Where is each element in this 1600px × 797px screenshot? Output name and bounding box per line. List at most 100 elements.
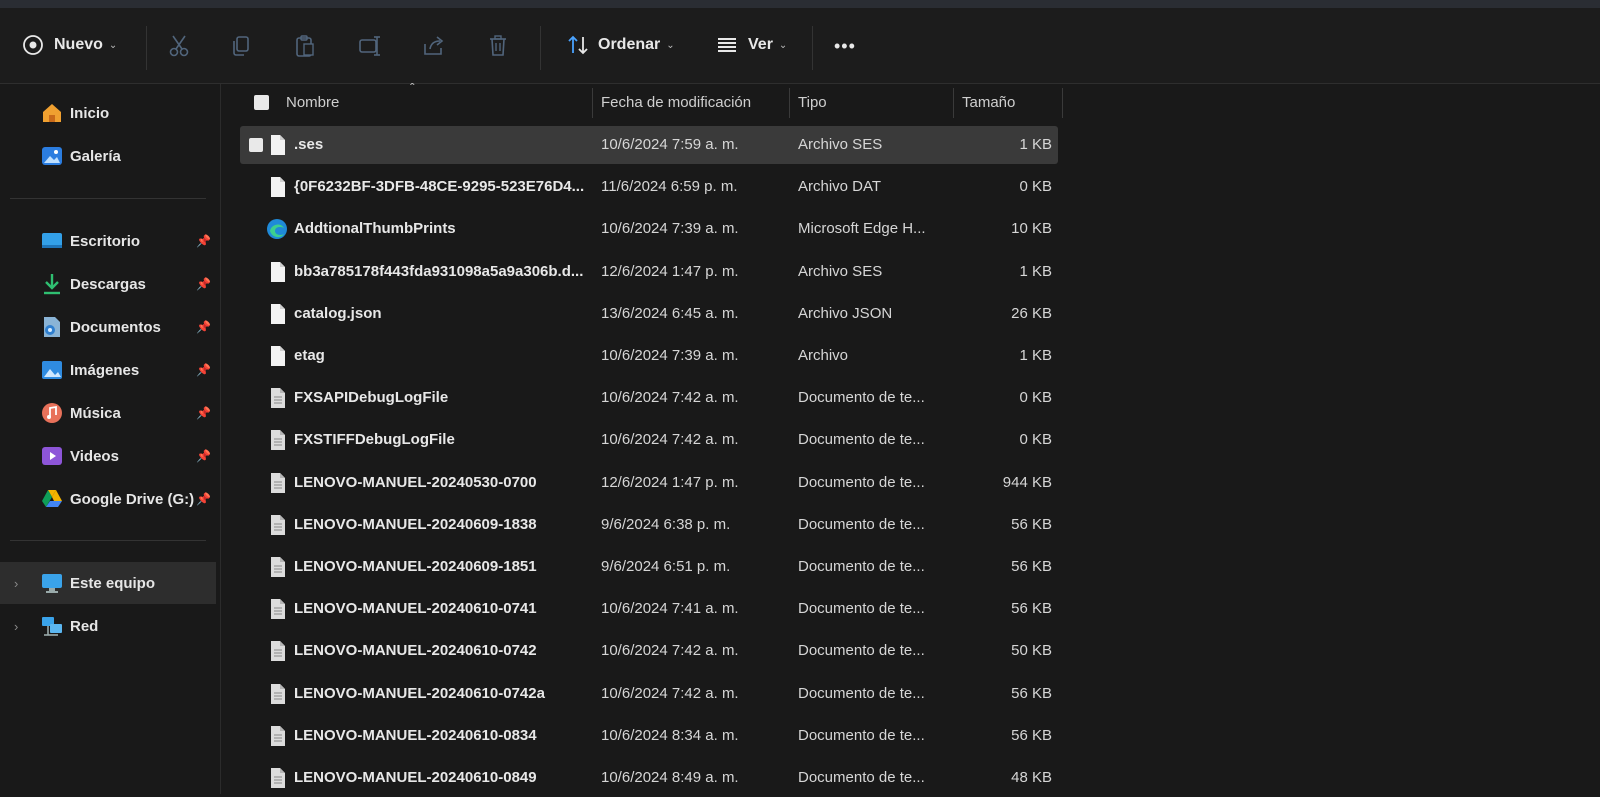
sidebar-item-label: Red (70, 617, 99, 635)
sidebar-item-documentos[interactable]: Documentos 📌 (0, 306, 216, 348)
toolbar-divider (146, 26, 147, 70)
sidebar-item-escritorio[interactable]: Escritorio 📌 (0, 220, 216, 262)
file-size: 0 KB (1019, 389, 1052, 407)
cut-button[interactable] (168, 34, 190, 58)
file-size: 10 KB (1011, 220, 1052, 238)
file-row[interactable]: LENOVO-MANUEL-20240610-0741 10/6/2024 7:4… (240, 590, 1058, 628)
file-name: LENOVO-MANUEL-20240610-0742 (294, 642, 537, 660)
select-all-checkbox[interactable] (254, 84, 270, 120)
sidebar-item-label: Música (70, 404, 121, 422)
sidebar-item-red[interactable]: › Red (0, 605, 216, 647)
file-type: Documento de te... (798, 431, 925, 449)
sidebar-item-label: Videos (70, 447, 119, 465)
file-row[interactable]: LENOVO-MANUEL-20240609-1851 9/6/2024 6:51… (240, 548, 1058, 586)
videos-icon (40, 444, 64, 468)
file-date: 9/6/2024 6:38 p. m. (601, 515, 731, 533)
file-name: LENOVO-MANUEL-20240610-0742a (294, 684, 545, 702)
file-type: Archivo (798, 347, 849, 364)
file-name: catalog.json (294, 304, 382, 322)
sidebar-item-musica[interactable]: Música 📌 (0, 392, 216, 434)
file-date: 13/6/2024 6:45 a. m. (601, 304, 739, 322)
file-name: LENOVO-MANUEL-20240609-1851 (294, 558, 537, 575)
music-icon (40, 401, 64, 425)
file-name: bb3a785178f443fda931098a5a9a306b.d... (294, 262, 584, 280)
column-header-name[interactable]: Nombre (286, 84, 586, 120)
share-icon (422, 34, 446, 58)
column-header-size[interactable]: Tamaño (962, 84, 1058, 120)
column-divider[interactable] (953, 88, 954, 118)
sidebar-item-label: Galería (70, 147, 121, 165)
sidebar-item-inicio[interactable]: Inicio (0, 92, 216, 134)
file-type: Archivo SES (798, 262, 883, 280)
file-name: .ses (294, 136, 324, 153)
file-row[interactable]: .ses 10/6/2024 7:59 a. m. Archivo SES 1 KB (240, 126, 1058, 164)
file-row[interactable]: etag 10/6/2024 7:39 a. m. Archivo 1 KB (240, 337, 1058, 375)
sidebar-item-este-equipo[interactable]: › Este equipo (0, 562, 216, 604)
file-date: 10/6/2024 7:42 a. m. (601, 431, 739, 449)
sidebar-item-descargas[interactable]: Descargas 📌 (0, 263, 216, 305)
file-size: 1 KB (1019, 136, 1052, 153)
sort-button[interactable]: Ordenar ⌄ (566, 34, 675, 56)
pin-icon: 📌 (196, 363, 211, 377)
file-type: Documento de te... (798, 515, 925, 533)
delete-button[interactable] (487, 34, 509, 58)
copy-button[interactable] (230, 34, 252, 58)
text-file-icon (270, 683, 286, 705)
file-icon (270, 303, 286, 325)
file-date: 10/6/2024 8:49 a. m. (601, 769, 739, 786)
file-row[interactable]: LENOVO-MANUEL-20240610-0742a 10/6/2024 7:… (240, 675, 1058, 713)
sidebar-item-galeria[interactable]: Galería (0, 135, 216, 177)
column-header-type[interactable]: Tipo (798, 84, 948, 120)
new-button[interactable]: Nuevo ⌄ (22, 34, 117, 56)
sidebar-divider (10, 198, 206, 199)
file-row[interactable]: AddtionalThumbPrints 10/6/2024 7:39 a. m.… (240, 210, 1058, 248)
pin-icon: 📌 (196, 234, 211, 248)
text-file-icon (270, 514, 286, 536)
column-divider[interactable] (1062, 88, 1063, 118)
sidebar-item-label: Este equipo (70, 574, 156, 592)
file-row[interactable]: LENOVO-MANUEL-20240610-0849 10/6/2024 8:4… (240, 759, 1058, 797)
column-divider[interactable] (789, 88, 790, 118)
paste-button[interactable] (294, 34, 316, 58)
see-more-button[interactable]: ••• (834, 36, 856, 57)
sidebar-item-imagenes[interactable]: Imágenes 📌 (0, 349, 216, 391)
share-button[interactable] (422, 34, 446, 58)
file-type: Documento de te... (798, 558, 925, 575)
file-row[interactable]: catalog.json 13/6/2024 6:45 a. m. Archivo … (240, 295, 1058, 333)
file-row[interactable]: FXSAPIDebugLogFile 10/6/2024 7:42 a. m. Do… (240, 379, 1058, 417)
file-size: 944 KB (1002, 473, 1052, 491)
new-button-label: Nuevo (54, 36, 103, 53)
file-row[interactable]: bb3a785178f443fda931098a5a9a306b.d... 12/… (240, 253, 1058, 291)
file-icon (270, 134, 286, 156)
paste-icon (294, 34, 316, 58)
sidebar-item-label: Documentos (70, 318, 161, 336)
desktop-icon (40, 229, 64, 253)
column-divider[interactable] (592, 88, 593, 118)
text-file-icon (270, 598, 286, 620)
file-date: 12/6/2024 1:47 p. m. (601, 262, 739, 280)
file-type: Documento de te... (798, 684, 925, 702)
delete-icon (487, 34, 509, 58)
file-row[interactable]: LENOVO-MANUEL-20240610-0834 10/6/2024 8:3… (240, 717, 1058, 755)
chevron-right-icon[interactable]: › (14, 576, 18, 591)
file-row[interactable]: FXSTIFFDebugLogFile 10/6/2024 7:42 a. m. D… (240, 421, 1058, 459)
file-date: 10/6/2024 7:41 a. m. (601, 600, 739, 618)
google-drive-icon (40, 487, 64, 511)
file-row[interactable]: {0F6232BF-3DFB-48CE-9295-523E76D4... 11/6… (240, 168, 1058, 206)
file-icon (270, 345, 286, 367)
sidebar-item-google-drive[interactable]: Google Drive (G:) 📌 (0, 478, 216, 520)
chevron-right-icon[interactable]: › (14, 619, 18, 634)
file-row[interactable]: LENOVO-MANUEL-20240609-1838 9/6/2024 6:38… (240, 506, 1058, 544)
text-file-icon (270, 767, 286, 789)
rename-button[interactable] (358, 34, 382, 58)
file-row[interactable]: LENOVO-MANUEL-20240530-0700 12/6/2024 1:4… (240, 464, 1058, 502)
view-button[interactable]: Ver ⌄ (716, 34, 787, 56)
row-checkbox[interactable] (249, 138, 263, 152)
sidebar-item-videos[interactable]: Videos 📌 (0, 435, 216, 477)
column-header-date[interactable]: Fecha de modificación (601, 84, 791, 120)
file-row[interactable]: LENOVO-MANUEL-20240610-0742 10/6/2024 7:4… (240, 632, 1058, 670)
toolbar-divider (812, 26, 813, 70)
file-date: 10/6/2024 7:59 a. m. (601, 136, 739, 153)
file-size: 1 KB (1019, 262, 1052, 280)
sidebar-item-label: Descargas (70, 275, 146, 293)
